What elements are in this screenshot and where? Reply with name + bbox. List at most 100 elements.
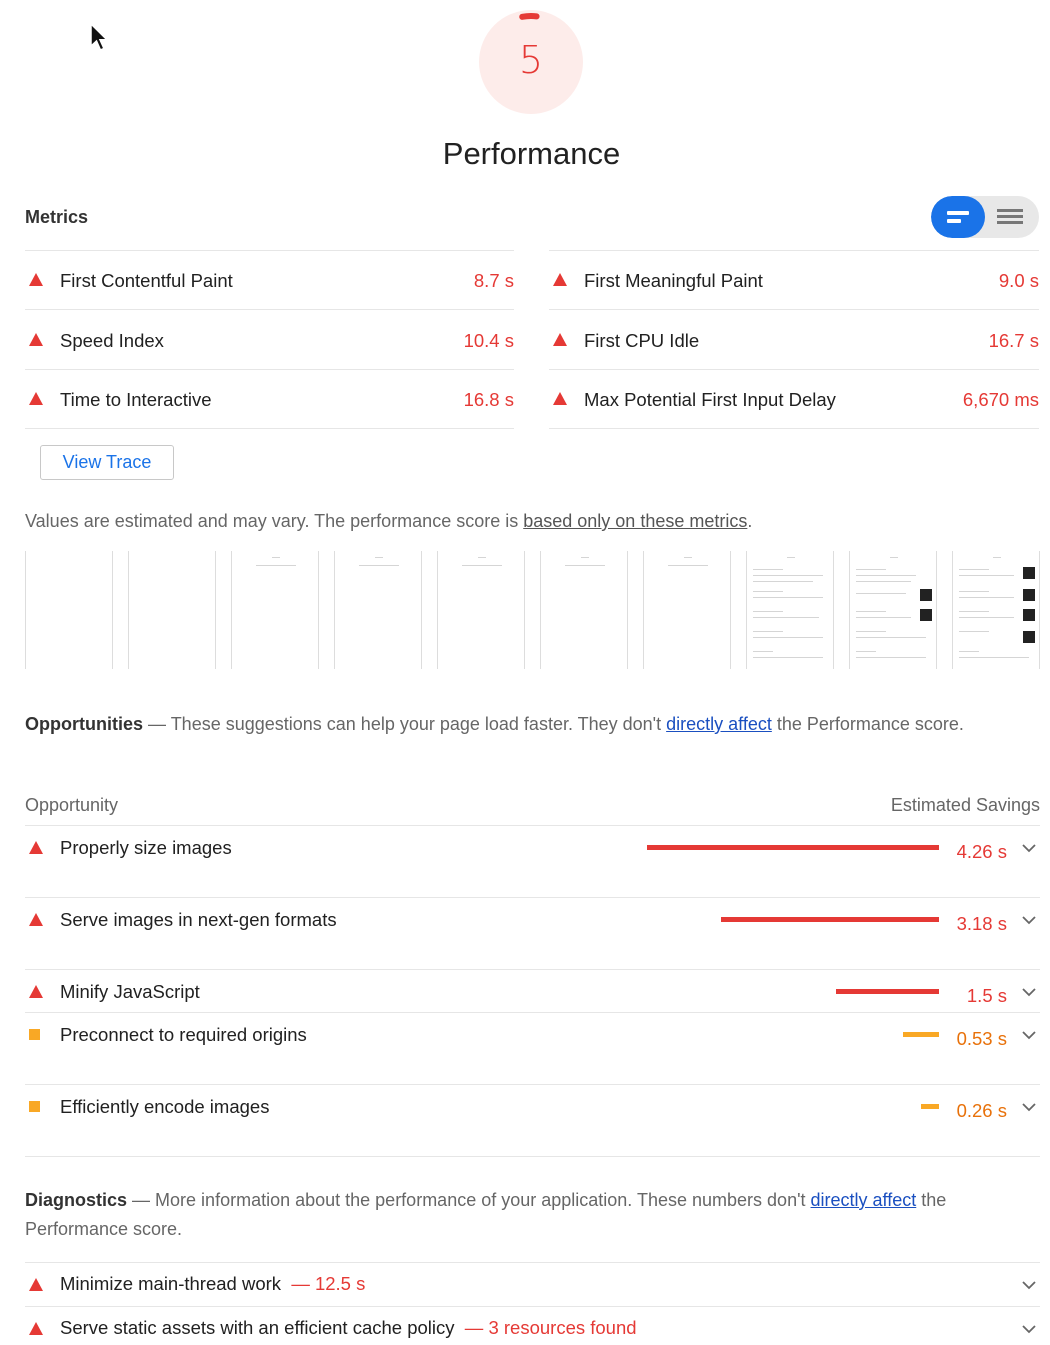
metric-max-potential-fid: Max Potential First Input Delay 6,670 ms — [549, 370, 1039, 429]
savings-column-header: Estimated Savings — [890, 795, 1040, 815]
view-trace-button[interactable]: View Trace — [40, 445, 174, 480]
category-title: Performance — [442, 136, 621, 171]
metrics-view-toggle[interactable] — [931, 196, 1039, 238]
opportunities-title: Opportunities — [25, 714, 143, 734]
filmstrip-frame — [746, 551, 834, 669]
opportunity-label: Efficiently encode images — [60, 1096, 270, 1117]
opportunity-row-preconnect[interactable]: Preconnect to required origins 0.53 s — [25, 1013, 1040, 1085]
savings-bar — [921, 1104, 939, 1109]
opportunity-column-header: Opportunity — [25, 795, 119, 815]
diagnostics-description: Diagnostics — More information about the… — [25, 1186, 1040, 1244]
chevron-down-icon[interactable] — [1021, 985, 1037, 999]
opportunity-row-properly-size-images[interactable]: Properly size images 4.26 s — [25, 826, 1040, 898]
chevron-down-icon[interactable] — [1021, 841, 1037, 855]
chevron-down-icon[interactable] — [1021, 1100, 1037, 1114]
directly-affect-link[interactable]: directly affect — [666, 714, 772, 734]
diagnostic-label: Minimize main-thread work — 12.5 s — [60, 1273, 366, 1294]
fail-triangle-icon — [29, 333, 43, 346]
diagnostic-detail: 3 resources found — [488, 1317, 637, 1338]
metric-label: Max Potential First Input Delay — [584, 389, 836, 410]
opportunities-table-header: Opportunity Estimated Savings — [25, 795, 1040, 826]
savings-value: 3.18 s — [956, 913, 1007, 934]
fail-triangle-icon — [553, 392, 567, 405]
opportunity-label: Minify JavaScript — [60, 981, 200, 1002]
opportunity-row-minify-javascript[interactable]: Minify JavaScript 1.5 s — [25, 970, 1040, 1013]
performance-score-gauge: 5 — [477, 8, 585, 116]
filmstrip-frame — [849, 551, 937, 669]
savings-bar — [721, 917, 939, 922]
note-text: . — [747, 511, 753, 531]
savings-value: 0.26 s — [956, 1100, 1007, 1121]
average-square-icon — [29, 1029, 40, 1040]
metric-label: First CPU Idle — [584, 330, 700, 351]
description-text: These suggestions can help your page loa… — [170, 714, 667, 734]
diagnostic-title: Serve static assets with an efficient ca… — [60, 1317, 455, 1338]
metrics-title: Metrics — [25, 207, 89, 227]
diagnostic-label: Serve static assets with an efficient ca… — [60, 1317, 637, 1338]
metric-label: Speed Index — [60, 330, 164, 351]
estimate-note: Values are estimated and may vary. The p… — [25, 511, 752, 532]
diagnostic-title: Minimize main-thread work — [60, 1273, 282, 1294]
diagnostics-title: Diagnostics — [25, 1190, 128, 1210]
savings-value: 1.5 s — [966, 985, 1007, 1006]
metric-first-contentful-paint: First Contentful Paint 8.7 s — [25, 251, 514, 310]
note-text: Values are estimated and may vary. The p… — [25, 511, 524, 531]
filmstrip-frame — [334, 551, 422, 669]
fail-triangle-icon — [29, 985, 43, 998]
filmstrip-frame — [540, 551, 628, 669]
opportunity-label: Properly size images — [60, 837, 232, 858]
fail-triangle-icon — [29, 841, 43, 854]
cursor-icon — [90, 22, 109, 51]
diagnostic-row-main-thread[interactable]: Minimize main-thread work — 12.5 s — [25, 1262, 1040, 1306]
savings-value: 4.26 s — [956, 841, 1007, 862]
opportunity-label: Preconnect to required origins — [60, 1024, 307, 1045]
filmstrip-frame — [231, 551, 319, 669]
savings-bar — [647, 845, 939, 850]
metric-value: 8.7 s — [473, 270, 514, 291]
chevron-down-icon[interactable] — [1021, 1322, 1037, 1336]
description-text: More information about the performance o… — [155, 1190, 811, 1210]
fail-triangle-icon — [29, 1322, 43, 1335]
dash: — — [127, 1190, 156, 1210]
chevron-down-icon[interactable] — [1021, 1028, 1037, 1042]
score-value: 5 — [518, 38, 544, 82]
metric-label: First Contentful Paint — [60, 270, 233, 291]
metric-speed-index: Speed Index 10.4 s — [25, 311, 514, 370]
metric-value: 10.4 s — [463, 330, 514, 351]
fail-triangle-icon — [29, 913, 43, 926]
chevron-down-icon[interactable] — [1021, 1278, 1037, 1292]
filmstrip-frame — [643, 551, 731, 669]
filmstrip-frame — [952, 551, 1040, 669]
metric-first-meaningful-paint: First Meaningful Paint 9.0 s — [549, 251, 1039, 310]
description-text: the Performance score. — [771, 714, 964, 734]
bar-view-icon[interactable] — [931, 196, 985, 238]
diagnostic-row-cache-policy[interactable]: Serve static assets with an efficient ca… — [25, 1306, 1040, 1345]
opportunity-row-encode-images[interactable]: Efficiently encode images 0.26 s — [25, 1085, 1040, 1157]
filmstrip-frame — [25, 551, 113, 669]
opportunity-label: Serve images in next-gen formats — [60, 909, 337, 930]
filmstrip — [25, 551, 1040, 669]
opportunity-row-next-gen-formats[interactable]: Serve images in next-gen formats 3.18 s — [25, 898, 1040, 970]
metrics-link[interactable]: based only on these metrics — [523, 511, 747, 531]
dash: — — [143, 714, 171, 734]
opportunities-description: Opportunities — These suggestions can he… — [25, 710, 1040, 739]
metric-value: 9.0 s — [998, 270, 1039, 291]
fail-triangle-icon — [553, 333, 567, 346]
average-square-icon — [29, 1101, 40, 1112]
metric-label: First Meaningful Paint — [584, 270, 763, 291]
fail-triangle-icon — [29, 392, 43, 405]
fail-triangle-icon — [29, 273, 43, 286]
fail-triangle-icon — [29, 1278, 43, 1291]
savings-bar — [836, 989, 939, 994]
diagnostic-detail: 12.5 s — [314, 1273, 366, 1294]
filmstrip-frame — [437, 551, 525, 669]
metric-first-cpu-idle: First CPU Idle 16.7 s — [549, 311, 1039, 370]
savings-value: 0.53 s — [956, 1028, 1007, 1049]
metric-value: 16.8 s — [463, 389, 514, 410]
metric-value: 16.7 s — [988, 330, 1039, 351]
metric-value: 6,670 ms — [962, 389, 1039, 410]
metric-label: Time to Interactive — [60, 389, 212, 410]
chevron-down-icon[interactable] — [1021, 913, 1037, 927]
filmstrip-frame — [128, 551, 216, 669]
directly-affect-link[interactable]: directly affect — [811, 1190, 917, 1210]
